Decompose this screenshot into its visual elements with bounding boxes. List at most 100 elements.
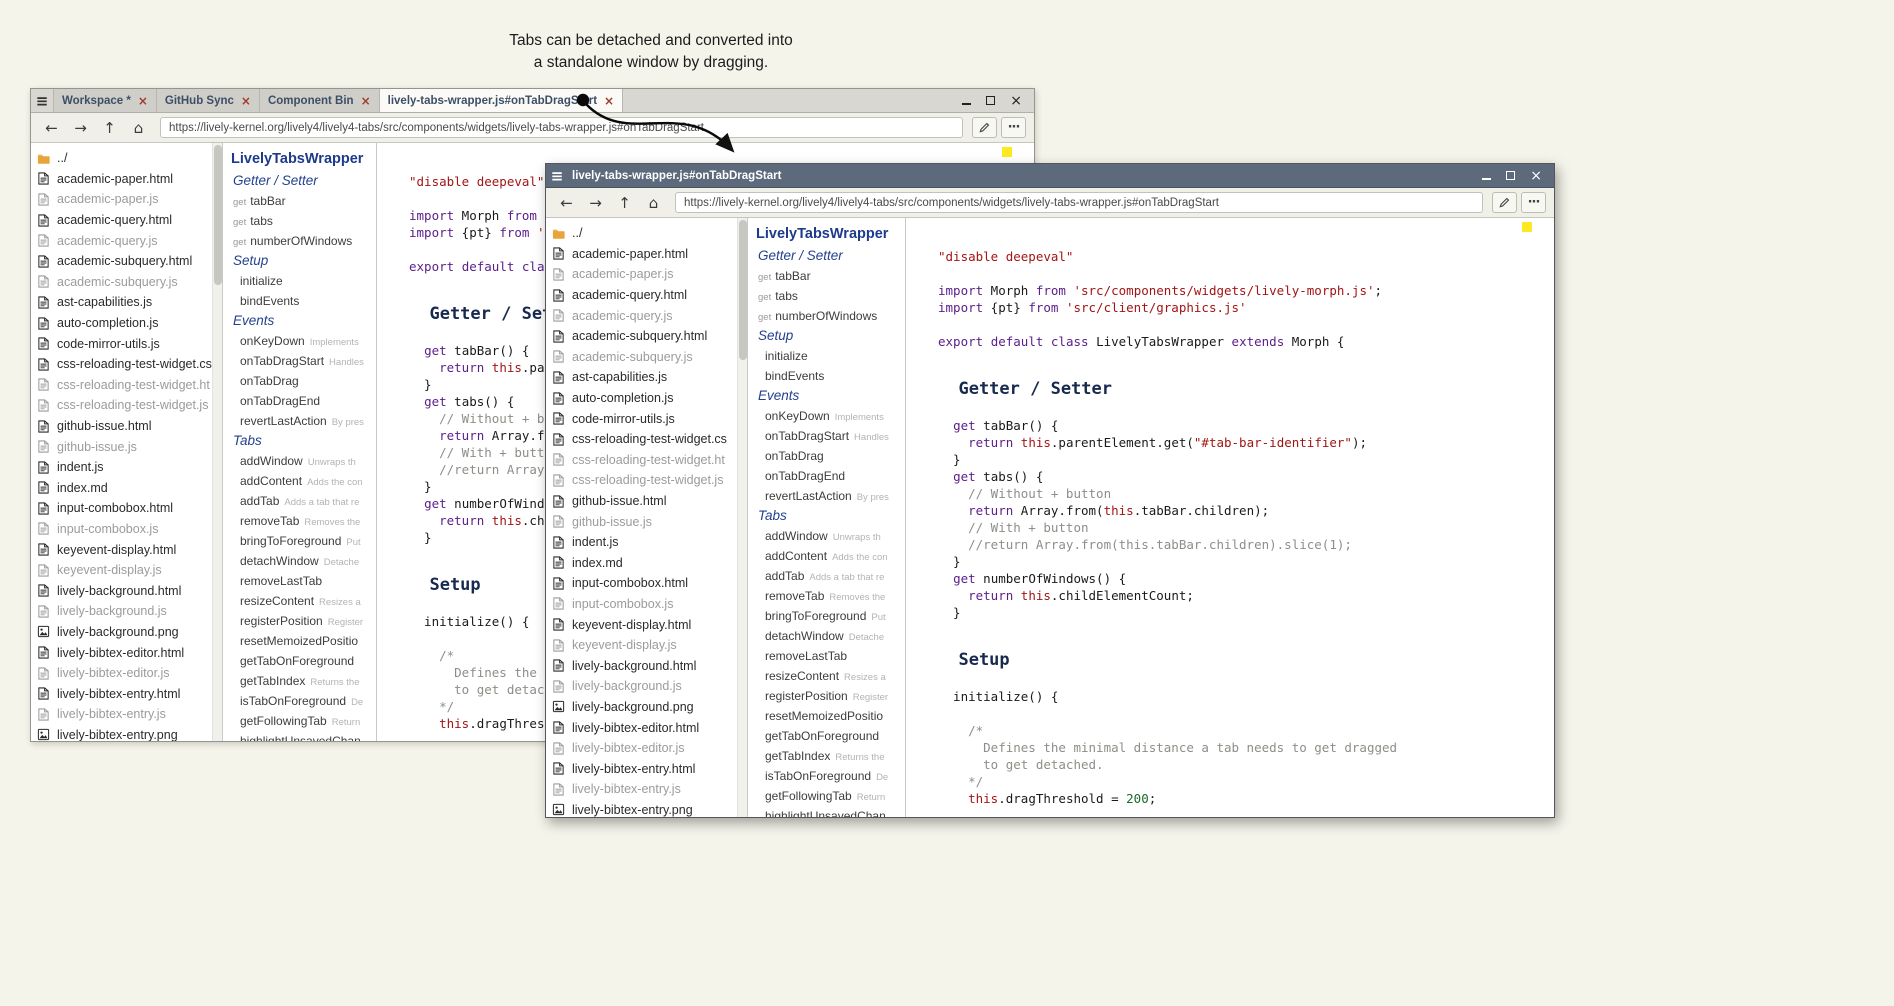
file-list-item[interactable]: input-combobox.js: [31, 519, 222, 540]
outline-item[interactable]: onTabDrag: [748, 446, 905, 466]
file-list-item[interactable]: academic-subquery.html: [546, 326, 747, 347]
file-list-item[interactable]: index.md: [31, 478, 222, 499]
title-bar[interactable]: ≡ lively-tabs-wrapper.js#onTabDragStart …: [546, 164, 1554, 188]
outline-item[interactable]: removeLastTab: [748, 646, 905, 666]
file-list-item[interactable]: keyevent-display.html: [31, 539, 222, 560]
file-list-item[interactable]: academic-subquery.js: [546, 347, 747, 368]
file-list-item[interactable]: academic-query.html: [31, 210, 222, 231]
scrollbar-thumb[interactable]: [214, 145, 222, 285]
outline-item[interactable]: onTabDragStartHandles: [223, 351, 376, 371]
forward-button[interactable]: →: [68, 119, 93, 137]
outline-item[interactable]: getnumberOfWindows: [223, 231, 376, 251]
file-list-item[interactable]: lively-background.png: [546, 697, 747, 718]
file-list-item[interactable]: github-issue.js: [546, 511, 747, 532]
file-list-item[interactable]: github-issue.js: [31, 436, 222, 457]
file-list-item[interactable]: css-reloading-test-widget.cs: [546, 429, 747, 450]
file-list-item[interactable]: lively-background.js: [546, 676, 747, 697]
file-list-item[interactable]: lively-bibtex-entry.png: [546, 800, 747, 817]
browser-tab[interactable]: GitHub Sync×: [157, 89, 260, 112]
file-list-item[interactable]: academic-paper.html: [31, 169, 222, 190]
file-list-item[interactable]: lively-bibtex-entry.js: [546, 779, 747, 800]
file-list-item[interactable]: keyevent-display.js: [31, 560, 222, 581]
file-list-item[interactable]: auto-completion.js: [31, 313, 222, 334]
outline-item[interactable]: resizeContentResizes a: [748, 666, 905, 686]
file-list-item[interactable]: academic-query.js: [546, 305, 747, 326]
file-list-item[interactable]: keyevent-display.html: [546, 614, 747, 635]
outline-item[interactable]: gettabs: [223, 211, 376, 231]
outline-item[interactable]: removeTabRemoves the: [223, 511, 376, 531]
outline-item[interactable]: onTabDragEnd: [223, 391, 376, 411]
menu-icon[interactable]: ≡: [31, 89, 53, 112]
outline-item[interactable]: resetMemoizedPositio: [748, 706, 905, 726]
outline-section[interactable]: Tabs: [223, 431, 376, 451]
menu-icon[interactable]: ≡: [546, 167, 568, 185]
outline-item[interactable]: onKeyDownImplements: [748, 406, 905, 426]
file-list-item[interactable]: lively-bibtex-entry.html: [546, 758, 747, 779]
file-list-item[interactable]: lively-bibtex-editor.js: [546, 738, 747, 759]
file-list-item[interactable]: lively-background.png: [31, 622, 222, 643]
outline-item[interactable]: highlightUnsavedChan: [223, 731, 376, 741]
file-list-item[interactable]: input-combobox.js: [546, 594, 747, 615]
file-list-item[interactable]: ../: [546, 223, 747, 244]
outline-item[interactable]: onTabDragEnd: [748, 466, 905, 486]
browser-tab[interactable]: Component Bin×: [260, 89, 380, 112]
outline-section[interactable]: Setup: [223, 251, 376, 271]
file-list-item[interactable]: academic-paper.js: [31, 189, 222, 210]
home-button[interactable]: ⌂: [126, 119, 151, 137]
home-button[interactable]: ⌂: [641, 194, 666, 212]
outline-item[interactable]: gettabs: [748, 286, 905, 306]
outline-section[interactable]: Events: [223, 311, 376, 331]
url-input[interactable]: [160, 117, 963, 138]
file-list-item[interactable]: ast-capabilities.js: [546, 367, 747, 388]
outline-item[interactable]: bindEvents: [223, 291, 376, 311]
file-list-item[interactable]: academic-paper.js: [546, 264, 747, 285]
file-list-item[interactable]: lively-bibtex-editor.js: [31, 663, 222, 684]
outline-item[interactable]: removeLastTab: [223, 571, 376, 591]
more-button[interactable]: ···: [1521, 192, 1546, 213]
file-list-item[interactable]: code-mirror-utils.js: [546, 408, 747, 429]
maximize-button[interactable]: [1506, 171, 1515, 180]
file-list-item[interactable]: academic-subquery.html: [31, 251, 222, 272]
file-list-item[interactable]: css-reloading-test-widget.ht: [546, 450, 747, 471]
file-list-item[interactable]: lively-background.html: [546, 655, 747, 676]
file-list-item[interactable]: code-mirror-utils.js: [31, 333, 222, 354]
edit-button[interactable]: [972, 117, 997, 138]
file-list-item[interactable]: lively-bibtex-editor.html: [546, 717, 747, 738]
outline-section[interactable]: Getter / Setter: [748, 246, 905, 266]
outline-item[interactable]: addWindowUnwraps th: [223, 451, 376, 471]
outline-item[interactable]: onKeyDownImplements: [223, 331, 376, 351]
tab-close-icon[interactable]: ×: [138, 94, 148, 108]
file-list-item[interactable]: academic-paper.html: [546, 244, 747, 265]
outline-item[interactable]: initialize: [748, 346, 905, 366]
url-input[interactable]: [675, 192, 1483, 213]
outline-item[interactable]: onTabDrag: [223, 371, 376, 391]
file-list-item[interactable]: academic-query.js: [31, 230, 222, 251]
outline-item[interactable]: getFollowingTabReturn: [223, 711, 376, 731]
file-list-item[interactable]: indent.js: [546, 532, 747, 553]
up-button[interactable]: ↑: [612, 194, 637, 212]
scrollbar[interactable]: [212, 143, 222, 741]
tab-close-icon[interactable]: ×: [361, 94, 371, 108]
file-list-item[interactable]: keyevent-display.js: [546, 635, 747, 656]
outline-item[interactable]: removeTabRemoves the: [748, 586, 905, 606]
more-button[interactable]: ···: [1001, 117, 1026, 138]
code-editor[interactable]: "disable deepeval" import Morph from 'sr…: [906, 218, 1554, 817]
outline-item[interactable]: highlightUnsavedChan: [748, 806, 905, 817]
outline-item[interactable]: addWindowUnwraps th: [748, 526, 905, 546]
tab-close-icon[interactable]: ×: [604, 94, 614, 108]
tab-close-icon[interactable]: ×: [241, 94, 251, 108]
scrollbar-thumb[interactable]: [739, 220, 747, 360]
file-list-item[interactable]: css-reloading-test-widget.cs: [31, 354, 222, 375]
file-list-item[interactable]: github-issue.html: [31, 416, 222, 437]
outline-item[interactable]: bringToForegroundPut: [748, 606, 905, 626]
outline-item[interactable]: getFollowingTabReturn: [748, 786, 905, 806]
outline-item[interactable]: revertLastActionBy pres: [223, 411, 376, 431]
outline-item[interactable]: getTabIndexReturns the: [223, 671, 376, 691]
file-list-item[interactable]: index.md: [546, 553, 747, 574]
outline-item[interactable]: gettabBar: [748, 266, 905, 286]
edit-button[interactable]: [1492, 192, 1517, 213]
outline-item[interactable]: registerPositionRegister: [223, 611, 376, 631]
outline-item[interactable]: revertLastActionBy pres: [748, 486, 905, 506]
back-button[interactable]: ←: [554, 194, 579, 212]
minimize-button[interactable]: [962, 97, 971, 105]
